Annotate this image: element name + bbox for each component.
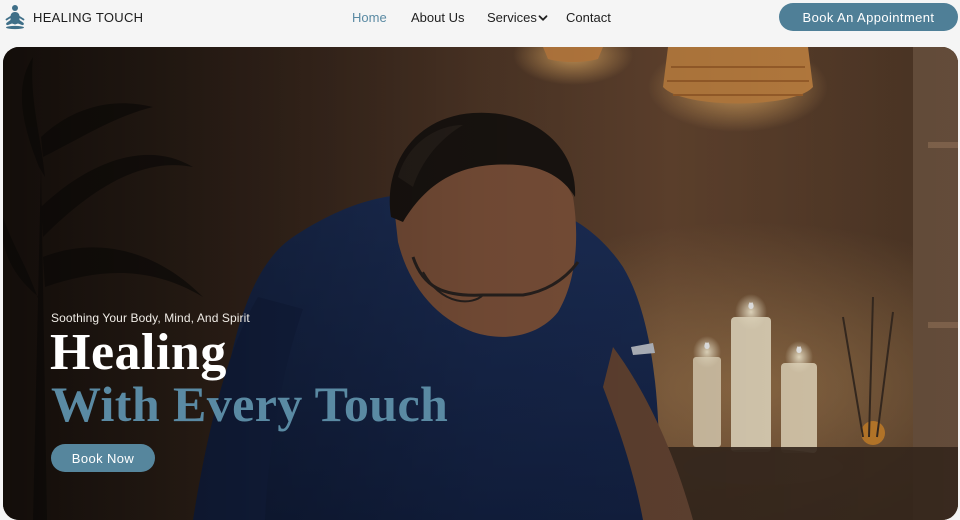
nav-item-contact[interactable]: Contact bbox=[566, 9, 611, 27]
hero-title-line1: Healing bbox=[50, 324, 227, 381]
page: HEALING TOUCH Home About Us Services Con… bbox=[0, 0, 960, 520]
nav-item-services[interactable]: Services bbox=[487, 9, 548, 27]
nav-item-home[interactable]: Home bbox=[352, 9, 387, 27]
chevron-down-icon bbox=[538, 15, 548, 21]
hero-subtitle: Soothing Your Body, Mind, And Spirit bbox=[51, 311, 250, 325]
hero-title-line2: With Every Touch bbox=[51, 376, 449, 432]
site-header: HEALING TOUCH Home About Us Services Con… bbox=[0, 0, 960, 44]
book-now-button[interactable]: Book Now bbox=[51, 444, 155, 472]
book-appointment-button[interactable]: Book An Appointment bbox=[779, 3, 958, 31]
nav-item-about-us[interactable]: About Us bbox=[411, 9, 464, 27]
nav-item-services-label: Services bbox=[487, 10, 537, 25]
hero-banner: Soothing Your Body, Mind, And Spirit Hea… bbox=[3, 47, 958, 520]
